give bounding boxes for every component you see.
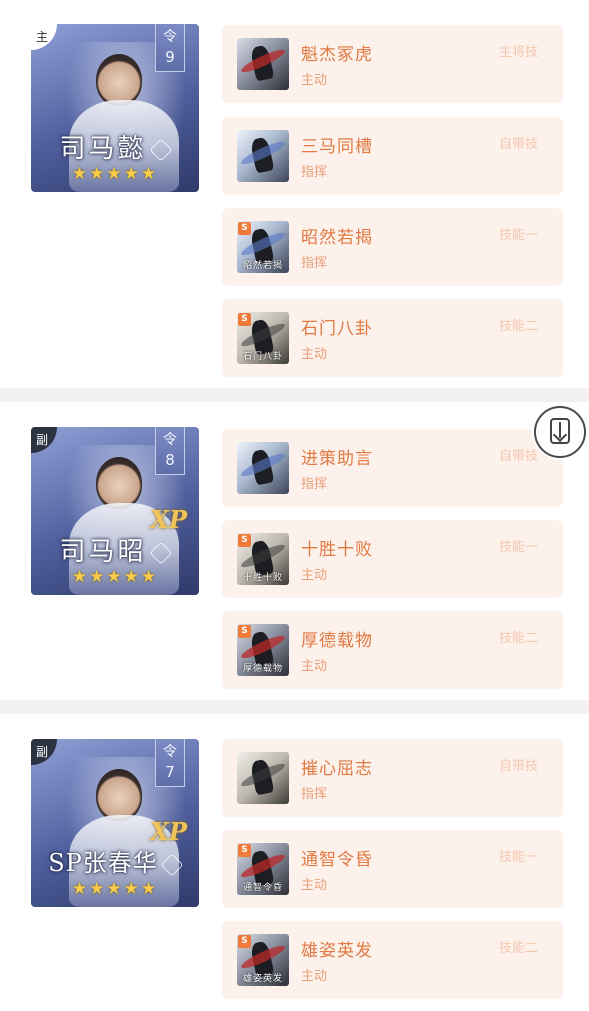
s-rank-badge: S [238,625,251,638]
skill-slot-tag: 技能二 [498,319,538,334]
general-section-simayi: 主 令 9 司马懿 ★★★★★ 魁杰冢虎 主动 主将技 三马同槽 指挥 自带技 … [0,0,589,388]
skill-card[interactable]: S 十胜十败 十胜十败 主动 技能一 [222,520,563,598]
skill-icon [237,130,289,182]
role-tag: 副 [31,427,57,453]
skill-card[interactable]: 摧心屈志 指挥 自带技 [222,739,563,817]
command-label: 令 [163,744,177,760]
skill-icon: S 十胜十败 [237,533,289,585]
role-tag: 主 [31,24,57,50]
skill-icon: S 石门八卦 [237,312,289,364]
skill-slot-tag: 自带技 [498,449,538,464]
skill-title: 三马同槽 [301,137,373,157]
general-portrait[interactable]: 副 令 7 XP SP张春华 ★★★★★ [31,739,199,907]
star-rating: ★★★★★ [71,567,159,587]
general-section-zhangchunhua: 副 令 7 XP SP张春华 ★★★★★ 摧心屈志 指挥 自带技 S 通智令昏 … [0,714,589,1011]
skill-title: 进策助言 [301,449,373,469]
download-icon [550,418,570,444]
faction-icon [149,541,172,565]
faction-icon [149,138,172,162]
skill-icon: S 厚德载物 [237,624,289,676]
skill-icon [237,442,289,494]
skill-type: 指挥 [301,165,328,180]
skill-card[interactable]: 三马同槽 指挥 自带技 [222,117,563,195]
xp-mark: XP [150,505,187,534]
command-badge: 令 7 [155,739,185,787]
skill-type: 主动 [301,878,328,893]
skill-type: 主动 [301,347,328,362]
skill-title: 石门八卦 [301,319,373,339]
skill-type: 主动 [301,568,328,583]
skill-title: 厚德载物 [301,631,373,651]
skill-icon: S 昭然若揭 [237,221,289,273]
skill-type: 主动 [301,73,328,88]
skill-icon [237,752,289,804]
command-label: 令 [163,432,177,448]
s-rank-badge: S [238,534,251,547]
general-name: 司马懿 [31,128,199,165]
s-rank-badge: S [238,313,251,326]
general-section-simazhao: 副 令 8 XP 司马昭 ★★★★★ 进策助言 指挥 自带技 S 十胜十败 十胜… [0,402,589,700]
star-rating: ★★★★★ [71,164,159,184]
download-button[interactable] [534,406,586,458]
skill-title: 通智令昏 [301,850,373,870]
skill-slot-tag: 技能二 [498,631,538,646]
skill-slot-tag: 自带技 [498,137,538,152]
skill-card[interactable]: S 昭然若揭 昭然若揭 指挥 技能一 [222,208,563,286]
command-badge: 令 9 [155,24,185,72]
skill-icon: S 雄姿英发 [237,934,289,986]
skill-title: 魁杰冢虎 [301,45,373,65]
skill-title: 摧心屈志 [301,759,373,779]
skill-slot-tag: 主将技 [498,45,538,60]
skill-icon-caption: 十胜十败 [242,573,283,583]
skill-slot-tag: 技能一 [498,850,538,865]
skill-icon-caption: 通智令昏 [242,883,283,893]
skill-slot-tag: 技能一 [498,228,538,243]
command-value: 8 [165,451,175,469]
skill-type: 指挥 [301,477,328,492]
skill-slot-tag: 技能一 [498,540,538,555]
s-rank-badge: S [238,222,251,235]
skill-card[interactable]: 魁杰冢虎 主动 主将技 [222,25,563,103]
skill-type: 主动 [301,969,328,984]
general-name: 司马昭 [31,531,199,568]
role-tag: 副 [31,739,57,765]
skill-type: 主动 [301,659,328,674]
command-label: 令 [163,29,177,45]
skill-slot-tag: 自带技 [498,759,538,774]
skill-slot-tag: 技能二 [498,941,538,956]
faction-icon [160,853,184,876]
skill-card[interactable]: S 雄姿英发 雄姿英发 主动 技能二 [222,921,563,999]
skill-title: 昭然若揭 [301,228,373,248]
skill-card[interactable]: 进策助言 指挥 自带技 [222,429,563,507]
skill-icon-caption: 雄姿英发 [242,974,283,984]
skill-card[interactable]: S 石门八卦 石门八卦 主动 技能二 [222,299,563,377]
skill-type: 指挥 [301,256,328,271]
command-badge: 令 8 [155,427,185,475]
skill-card[interactable]: S 通智令昏 通智令昏 主动 技能一 [222,830,563,908]
skill-title: 十胜十败 [301,540,373,560]
xp-mark: XP [150,817,187,846]
skill-icon-caption: 石门八卦 [242,352,283,362]
skill-type: 指挥 [301,787,328,802]
skill-title: 雄姿英发 [301,941,373,961]
s-rank-badge: S [238,844,251,857]
s-rank-badge: S [238,935,251,948]
general-name: SP张春华 [31,843,199,878]
general-portrait[interactable]: 主 令 9 司马懿 ★★★★★ [31,24,199,192]
command-value: 7 [165,763,175,781]
skill-icon-caption: 昭然若揭 [242,261,283,271]
skill-icon-caption: 厚德载物 [242,664,283,674]
skill-card[interactable]: S 厚德载物 厚德载物 主动 技能二 [222,611,563,689]
general-portrait[interactable]: 副 令 8 XP 司马昭 ★★★★★ [31,427,199,595]
command-value: 9 [165,48,175,66]
star-rating: ★★★★★ [71,879,159,899]
skill-icon: S 通智令昏 [237,843,289,895]
skill-icon [237,38,289,90]
